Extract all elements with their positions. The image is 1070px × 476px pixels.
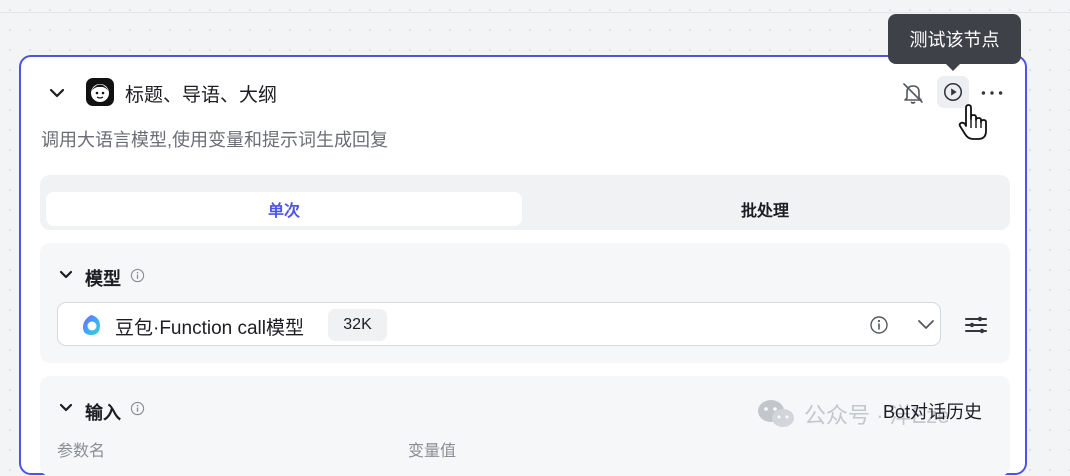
input-info-icon[interactable] <box>130 401 145 416</box>
tab-batch[interactable]: 批处理 <box>526 192 1004 226</box>
collapse-chevron-icon[interactable] <box>48 84 66 102</box>
run-mode-tabs: 单次 批处理 <box>40 175 1010 230</box>
bell-off-icon[interactable] <box>900 80 926 106</box>
context-length-badge: 32K <box>328 309 387 341</box>
more-options-icon[interactable] <box>978 80 1006 106</box>
node-avatar-icon <box>86 78 114 106</box>
doubao-model-logo-icon <box>83 315 100 335</box>
model-detail-info-icon[interactable] <box>869 315 889 335</box>
node-description: 调用大语言模型,使用变量和提示词生成回复 <box>41 130 388 150</box>
model-info-icon[interactable] <box>130 268 145 283</box>
tab-single[interactable]: 单次 <box>46 192 522 226</box>
column-header-variable-value: 变量值 <box>408 443 457 460</box>
play-circle-icon <box>943 82 963 102</box>
canvas-top-divider <box>0 12 1070 13</box>
tooltip-arrow <box>945 63 961 71</box>
model-settings-sliders-icon[interactable] <box>963 314 989 336</box>
model-section-chevron-icon[interactable] <box>58 267 74 283</box>
tooltip: 测试该节点 <box>888 14 1021 64</box>
chevron-down-icon[interactable] <box>916 318 936 332</box>
node-title[interactable]: 标题、导语、大纲 <box>125 80 277 107</box>
model-section-title: 模型 <box>85 269 121 289</box>
wechat-logo-icon <box>758 400 794 427</box>
input-section-title: 输入 <box>85 403 121 423</box>
column-header-param-name: 参数名 <box>57 443 106 460</box>
input-section-chevron-icon[interactable] <box>58 400 74 416</box>
hand-pointer-cursor-icon <box>958 104 987 140</box>
model-name: 豆包·Function call模型 <box>115 318 304 339</box>
bot-chat-history-label: Bot对话历史 <box>883 402 983 422</box>
